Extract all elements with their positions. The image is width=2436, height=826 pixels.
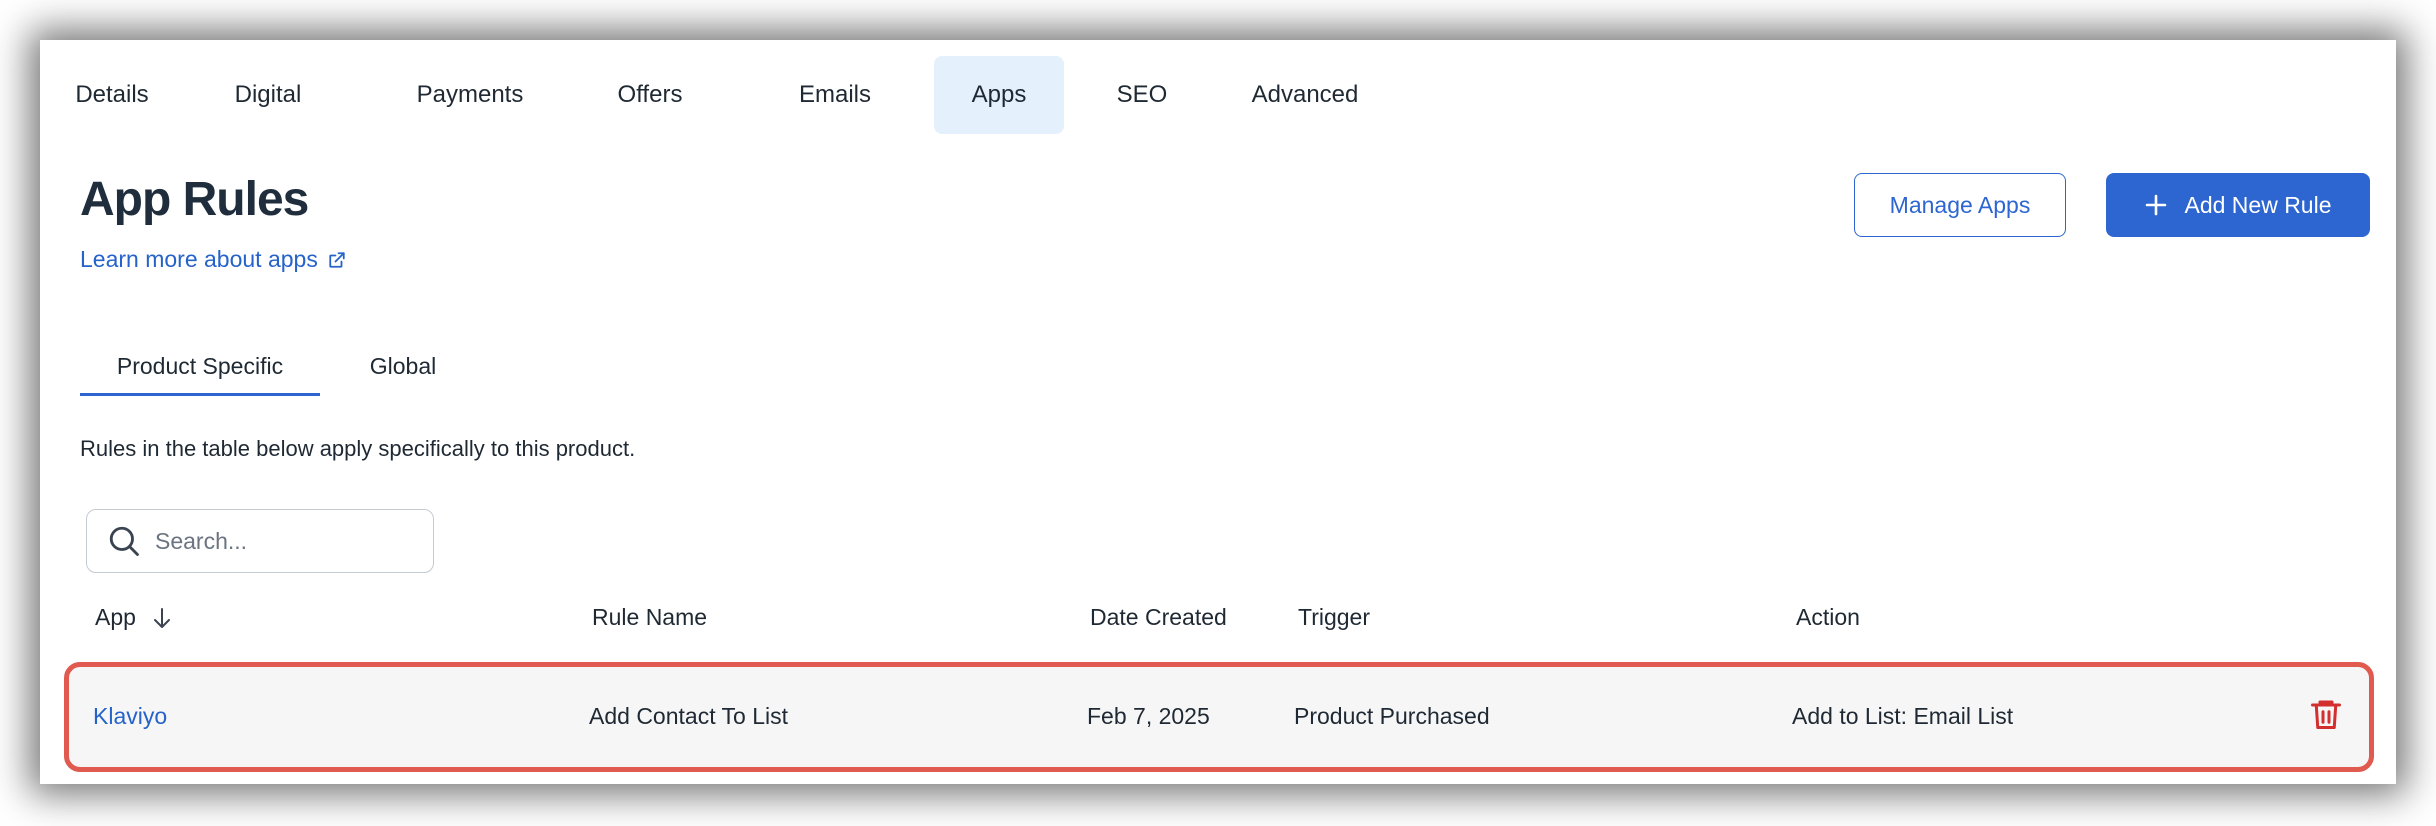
top-navigation: Details Digital Payments Offers Emails A…	[40, 56, 2396, 134]
learn-more-label: Learn more about apps	[80, 246, 318, 272]
tab-offers[interactable]: Offers	[600, 56, 700, 134]
row-date-created: Feb 7, 2025	[1087, 703, 1210, 729]
tab-seo[interactable]: SEO	[1092, 56, 1192, 134]
row-app-link[interactable]: Klaviyo	[93, 703, 167, 730]
tab-product-specific[interactable]: Product Specific	[80, 340, 320, 396]
page-title: App Rules	[80, 173, 309, 226]
tab-apps[interactable]: Apps	[934, 56, 1064, 134]
column-header-app-label: App	[95, 604, 136, 630]
tab-advanced[interactable]: Advanced	[1240, 56, 1370, 134]
table-row[interactable]	[64, 662, 2374, 772]
column-header-rule-name[interactable]: Rule Name	[592, 604, 707, 631]
add-new-rule-label: Add New Rule	[2184, 191, 2332, 218]
column-header-trigger[interactable]: Trigger	[1298, 604, 1370, 631]
tab-global[interactable]: Global	[340, 340, 466, 396]
search-box	[86, 509, 434, 573]
plus-icon	[2146, 194, 2167, 216]
row-rule-name: Add Contact To List	[589, 703, 789, 729]
column-header-action[interactable]: Action	[1796, 604, 1860, 631]
arrow-down-icon	[153, 607, 170, 628]
search-icon	[109, 526, 139, 556]
external-link-icon	[329, 251, 345, 268]
column-header-date-created[interactable]: Date Created	[1090, 604, 1227, 631]
learn-more-link[interactable]: Learn more about apps	[80, 246, 346, 273]
manage-apps-button[interactable]: Manage Apps	[1854, 173, 2066, 237]
row-action: Add to List: Email List	[1792, 703, 2014, 729]
tab-payments[interactable]: Payments	[406, 56, 534, 134]
add-new-rule-button[interactable]: Add New Rule	[2106, 173, 2370, 237]
tab-emails[interactable]: Emails	[785, 56, 885, 134]
tab-digital[interactable]: Digital	[218, 56, 318, 134]
trash-icon[interactable]	[2308, 696, 2344, 732]
rules-description: Rules in the table below apply specifica…	[80, 436, 636, 461]
app-window: Details Digital Payments Offers Emails A…	[40, 40, 2396, 784]
tab-details[interactable]: Details	[62, 56, 162, 134]
search-input[interactable]	[153, 526, 417, 556]
column-header-app[interactable]: App	[95, 604, 174, 631]
row-trigger: Product Purchased	[1294, 703, 1490, 729]
